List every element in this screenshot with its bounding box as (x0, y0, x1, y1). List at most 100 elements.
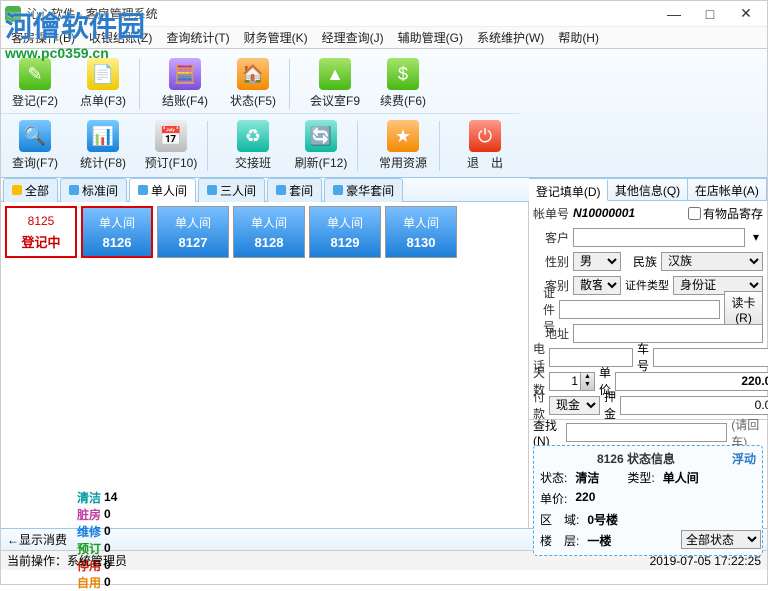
tool-label: 预订(F10) (145, 154, 198, 171)
room-type-tab[interactable]: 豪华套间 (324, 178, 403, 202)
floor-value: 一楼 (587, 532, 611, 549)
toolbar-button[interactable]: ★常用资源 (369, 116, 437, 175)
tool-label: 结账(F4) (162, 92, 208, 109)
toolbar-button[interactable]: ▲会议室F9 (301, 54, 369, 113)
app-icon (5, 6, 21, 22)
room-top: 8125 (28, 214, 55, 228)
tool-label: 统计(F8) (80, 154, 126, 171)
titlebar: 沁心软件 - 客房管理系统 — □ ✕ (1, 1, 767, 27)
minimize-button[interactable]: — (663, 5, 685, 23)
tool-icon: $ (387, 58, 419, 90)
state-value: 清洁 (575, 469, 599, 486)
menu-item[interactable]: 辅助管理(G) (392, 27, 469, 48)
toolbar-button[interactable]: 📊 统计(F8) (69, 116, 137, 175)
menu-item[interactable]: 系统维护(W) (471, 27, 550, 48)
maximize-button[interactable]: □ (699, 5, 721, 23)
right-pane: 登记填单(D)其他信息(Q)在店帐单(A) 帐单号 N10000001 有物品寄… (529, 178, 767, 528)
room-type-tab[interactable]: 三人间 (198, 178, 265, 202)
right-tab[interactable]: 在店帐单(A) (688, 179, 767, 200)
room-card[interactable]: 单人间8127 (157, 206, 229, 258)
toolbar-button[interactable]: ⏻退 出 (451, 116, 519, 175)
legend-name: 脏房 (77, 506, 101, 523)
legend-count: 0 (104, 507, 111, 521)
toolbar-button[interactable]: ✎ 登记(F2) (1, 54, 69, 113)
room-card[interactable]: 单人间8126 (81, 206, 153, 258)
days-spinner[interactable]: ▲▼ (549, 372, 595, 391)
tool-label: 点单(F3) (80, 92, 126, 109)
right-tab[interactable]: 其他信息(Q) (608, 179, 687, 200)
tool-icon: 📊 (87, 120, 119, 152)
menu-item[interactable]: 查询统计(T) (160, 27, 235, 48)
toolbar-button[interactable]: $ 续费(F6) (369, 54, 437, 113)
tool-label: 会议室F9 (310, 92, 360, 109)
legend-count: 14 (104, 490, 117, 504)
car-input[interactable] (653, 348, 768, 367)
deposit-input[interactable] (620, 396, 768, 415)
addr-input[interactable] (573, 324, 763, 343)
tool-label: 查询(F7) (12, 154, 58, 171)
menu-item[interactable]: 帮助(H) (552, 27, 605, 48)
room-type-tab[interactable]: 套间 (267, 178, 322, 202)
idno-input[interactable] (559, 300, 720, 319)
guesttype-select[interactable]: 散客 (573, 276, 621, 295)
show-expense-toggle[interactable]: ←显示消费 (7, 531, 67, 548)
state-label: 状态: (540, 469, 567, 486)
tab-icon (276, 185, 286, 195)
room-card[interactable]: 8125登记中 (5, 206, 77, 258)
room-card[interactable]: 单人间 8130 (385, 206, 457, 258)
room-card[interactable]: 单人间8129 (309, 206, 381, 258)
toolbar-button[interactable]: 📄点单(F3) (69, 54, 137, 113)
tool-label: 交接班 (235, 154, 271, 171)
idtype-label: 证件类型 (625, 277, 669, 293)
menu-item[interactable]: 收银结账(Z) (83, 27, 158, 48)
left-pane: 全部标准间单人间三人间套间豪华套间 8125登记中单人间8126单人间8127单… (1, 178, 529, 528)
stored-items-checkbox[interactable] (688, 207, 701, 220)
tab-icon (69, 185, 79, 195)
floor-label: 楼 层: (540, 532, 579, 549)
room-type-tab[interactable]: 全部 (3, 178, 58, 202)
tool-label: 登记(F2) (12, 92, 58, 109)
tool-label: 续费(F6) (380, 92, 426, 109)
toolbar-button[interactable]: ♻交接班 (219, 116, 287, 175)
tool-icon: ✎ (19, 58, 51, 90)
phone-input[interactable] (549, 348, 633, 367)
toolbar-button[interactable]: 🔄刷新(F12) (287, 116, 355, 175)
nation-select[interactable]: 汉族 (661, 252, 763, 271)
type-value: 单人间 (663, 469, 699, 486)
tool-icon: ★ (387, 120, 419, 152)
sex-select[interactable]: 男 (573, 252, 621, 271)
legend-name: 清洁 (77, 489, 101, 506)
room-top: 单人间 (99, 214, 135, 231)
toolbar-button[interactable]: 🏠状态(F5) (219, 54, 287, 113)
deposit-label: 押金 (604, 388, 616, 422)
find-input[interactable] (566, 423, 727, 442)
room-number: 8130 (407, 235, 436, 250)
room-top: 单人间 (175, 214, 211, 231)
tab-label: 豪华套间 (346, 182, 394, 199)
room-type-tab[interactable]: 标准间 (60, 178, 127, 202)
guest-input[interactable] (573, 228, 745, 247)
room-number: 8129 (331, 235, 360, 250)
toolbar-button[interactable]: 🔍 查询(F7) (1, 116, 69, 175)
menu-item[interactable]: 财务管理(K) (238, 27, 314, 48)
tool-icon: 🔍 (19, 120, 51, 152)
tool-icon: ⏻ (469, 120, 501, 152)
room-card[interactable]: 单人间8128 (233, 206, 305, 258)
tool-label: 刷新(F12) (295, 154, 348, 171)
status-filter-select[interactable]: 全部状态 (681, 530, 761, 549)
float-link[interactable]: 浮动 (732, 450, 756, 467)
menu-item[interactable]: 客房操作(B) (5, 27, 81, 48)
legend-name: 维修 (77, 523, 101, 540)
right-tab[interactable]: 登记填单(D) (529, 180, 608, 201)
menu-item[interactable]: 经理查询(J) (316, 27, 390, 48)
pay-select[interactable]: 现金 (549, 396, 600, 415)
price-input[interactable] (615, 372, 768, 391)
tool-label: 状态(F5) (230, 92, 276, 109)
room-type-tab[interactable]: 单人间 (129, 178, 196, 202)
toolbar-button[interactable]: 🧮 结账(F4) (151, 54, 219, 113)
room-top: 单人间 (403, 214, 439, 231)
menubar: 客房操作(B)收银结账(Z)查询统计(T)财务管理(K)经理查询(J)辅助管理(… (1, 27, 767, 49)
tool-icon: 🧮 (169, 58, 201, 90)
close-button[interactable]: ✕ (735, 5, 757, 23)
toolbar-button[interactable]: 📅预订(F10) (137, 116, 205, 175)
